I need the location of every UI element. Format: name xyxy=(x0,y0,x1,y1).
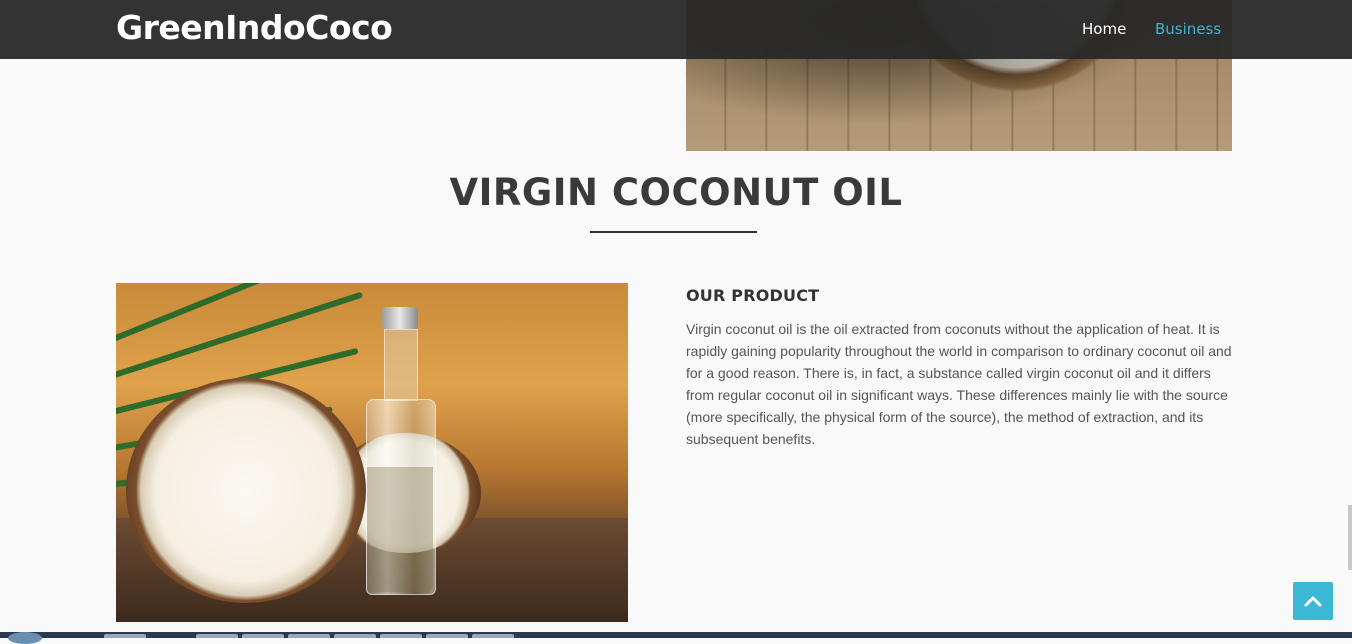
nav-home-link[interactable]: Home xyxy=(1082,19,1126,39)
navbar: GreenIndoCoco Home Business xyxy=(0,0,1352,59)
product-heading: OUR PRODUCT xyxy=(686,286,820,305)
taskbar-item[interactable] xyxy=(104,634,146,638)
os-taskbar xyxy=(0,632,1352,644)
brand-logo[interactable]: GreenIndoCoco xyxy=(116,8,393,48)
nav-business-link[interactable]: Business xyxy=(1155,19,1221,39)
taskbar-item[interactable] xyxy=(334,634,376,638)
taskbar-item[interactable] xyxy=(288,634,330,638)
chevron-up-icon xyxy=(1304,595,1322,607)
product-image xyxy=(116,283,628,622)
title-divider xyxy=(590,231,757,233)
taskbar-item[interactable] xyxy=(380,634,422,638)
section-title: VIRGIN COCONUT OIL xyxy=(449,171,903,214)
taskbar-item[interactable] xyxy=(196,634,238,638)
scroll-to-top-button[interactable] xyxy=(1293,582,1333,620)
taskbar-item[interactable] xyxy=(426,634,468,638)
taskbar-item[interactable] xyxy=(472,634,514,638)
start-button[interactable] xyxy=(8,632,42,644)
page-scrollbar[interactable] xyxy=(1348,505,1352,570)
product-description: Virgin coconut oil is the oil extracted … xyxy=(686,321,1232,447)
taskbar-item[interactable] xyxy=(242,634,284,638)
